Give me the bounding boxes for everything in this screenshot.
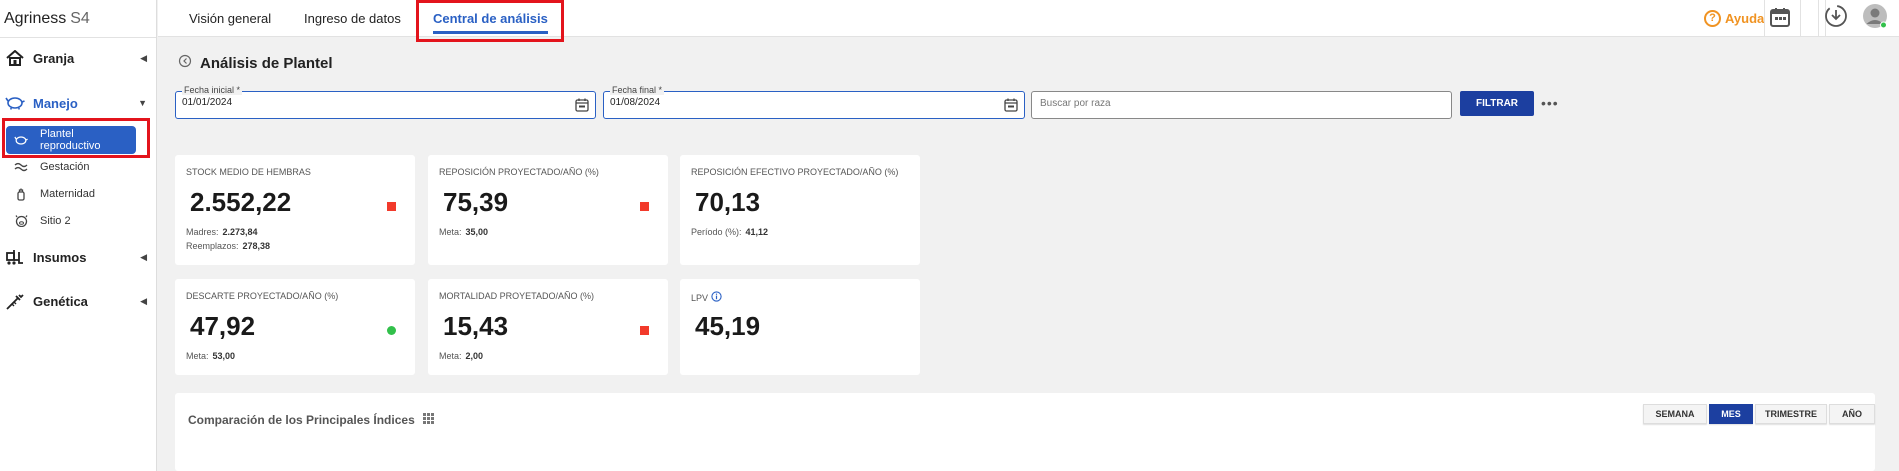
- top-navigation: Visión general Ingreso de datos Central …: [158, 0, 1899, 42]
- sidebar-item-label: Plantel reproductivo: [40, 128, 101, 152]
- download-icon[interactable]: [1824, 4, 1848, 28]
- kpi-value: 47,92: [190, 311, 256, 341]
- kpi-sub-line: Madres: 2.273,84: [186, 227, 258, 237]
- page-header: Análisis de Plantel: [178, 54, 333, 73]
- period-ano-button[interactable]: AÑO: [1829, 404, 1875, 424]
- syringe-icon: [5, 291, 25, 311]
- kpi-title: STOCK MEDIO DE HEMBRAS: [186, 167, 311, 177]
- sidebar-section-label: Insumos: [33, 249, 87, 265]
- sidebar-section-label: Manejo: [33, 95, 78, 111]
- period-trimestre-button[interactable]: TRIMESTRE: [1755, 404, 1827, 424]
- kpi-value: 70,13: [695, 187, 761, 217]
- chevron-left-icon: ◀: [140, 251, 147, 262]
- kpi-card-descarte: DESCARTE PROYECTADO/AÑO (%) 47,92 Meta: 5…: [175, 279, 415, 375]
- kpi-value: 2.552,22: [190, 187, 292, 217]
- status-indicator-green: [387, 326, 396, 335]
- kpi-sub-line: Meta: 2,00: [439, 351, 484, 361]
- kpi-title-row: LPV: [691, 291, 722, 304]
- sidebar-section-label: Granja: [33, 50, 75, 66]
- breed-search-input[interactable]: [1040, 98, 1439, 109]
- sidebar-item-label: Sitio 2: [40, 215, 71, 227]
- divider: [1818, 0, 1819, 36]
- sidebar-item-sitio-2[interactable]: Sitio 2: [0, 210, 157, 232]
- sidebar-section-granja[interactable]: Granja ◀: [0, 46, 157, 70]
- divider: [1764, 0, 1765, 36]
- help-label: Ayuda: [1725, 10, 1765, 26]
- kpi-card-mortalidad: MORTALIDAD PROYETADO/AÑO (%) 15,43 Meta:…: [428, 279, 668, 375]
- pig-icon: [5, 93, 25, 113]
- brand-name: Agriness: [4, 9, 67, 27]
- kpi-sub-line: Reemplazos: 278,38: [186, 241, 271, 251]
- filter-button[interactable]: FILTRAR: [1460, 91, 1534, 116]
- back-icon[interactable]: [178, 54, 192, 73]
- page-title: Análisis de Plantel: [200, 55, 333, 72]
- sidebar-item-label: Gestación: [40, 161, 90, 173]
- kpi-sub-line: Período (%): 41,12: [691, 227, 769, 237]
- sidebar-item-plantel-reproductivo[interactable]: Plantel reproductivo: [6, 126, 136, 154]
- more-options-icon[interactable]: •••: [1541, 95, 1559, 111]
- sidebar-item-gestacion[interactable]: Gestación: [0, 156, 157, 178]
- kpi-card-stock-medio: STOCK MEDIO DE HEMBRAS 2.552,22 Madres: 2…: [175, 155, 415, 265]
- kpi-title: DESCARTE PROYECTADO/AÑO (%): [186, 291, 339, 301]
- start-date-label: Fecha inicial *: [182, 85, 243, 95]
- farm-house-icon: [5, 48, 25, 68]
- comparison-title: Comparación de los Principales Índices: [188, 413, 415, 427]
- kpi-title: MORTALIDAD PROYETADO/AÑO (%): [439, 291, 595, 301]
- comparison-title-row: Comparación de los Principales Índices: [188, 413, 434, 427]
- kpi-value: 75,39: [443, 187, 509, 217]
- period-mes-button[interactable]: MES: [1709, 404, 1753, 424]
- sidebar-item-label: Maternidad: [40, 188, 96, 200]
- calendar-icon[interactable]: [1004, 98, 1018, 117]
- status-indicator-red: [640, 202, 649, 211]
- brand-logo[interactable]: Agriness S4: [0, 0, 156, 38]
- end-date-input[interactable]: [610, 97, 946, 108]
- sidebar-item-maternidad[interactable]: Maternidad: [0, 183, 157, 205]
- help-button[interactable]: ? Ayuda: [1704, 0, 1764, 36]
- chevron-left-icon: ◀: [140, 295, 147, 306]
- grid-icon[interactable]: [422, 413, 434, 427]
- kpi-title: REPOSICIÓN PROYECTADO/AÑO (%): [439, 167, 599, 177]
- sidebar-section-manejo[interactable]: Manejo ▼: [0, 91, 157, 115]
- piglet-face-icon: [14, 214, 28, 228]
- calendar-icon[interactable]: [575, 98, 589, 117]
- gestation-icon: [14, 160, 28, 174]
- sidebar-section-genetica[interactable]: Genética ◀: [0, 289, 157, 313]
- sidebar: Agriness S4 Granja ◀ Manejo ▼ Plantel re…: [0, 0, 157, 471]
- end-date-label: Fecha final *: [610, 85, 665, 95]
- status-indicator-red: [387, 202, 396, 211]
- bottle-icon: [14, 187, 28, 201]
- chevron-down-icon: ▼: [138, 98, 147, 108]
- kpi-sub-line: Meta: 35,00: [439, 227, 489, 237]
- kpi-title: LPV: [691, 292, 709, 303]
- start-date-input[interactable]: [182, 97, 518, 108]
- comparison-panel: Comparación de los Principales Índices S…: [175, 393, 1875, 471]
- tab-central-de-analisis[interactable]: Central de análisis: [433, 0, 548, 36]
- brand-suffix: S4: [70, 9, 90, 27]
- kpi-value: 15,43: [443, 311, 509, 341]
- kpi-card-lpv: LPV 45,19: [680, 279, 920, 375]
- kpi-title: REPOSICIÓN EFECTIVO PROYECTADO/AÑO (%): [691, 167, 899, 177]
- divider: [1800, 0, 1801, 36]
- period-toggle-group: SEMANA MES TRIMESTRE AÑO: [1643, 404, 1877, 424]
- kpi-value: 45,19: [695, 311, 761, 341]
- info-icon[interactable]: [711, 291, 722, 304]
- kpi-card-reposicion-proyectado: REPOSICIÓN PROYECTADO/AÑO (%) 75,39 Meta…: [428, 155, 668, 265]
- forklift-icon: [5, 247, 25, 267]
- tab-ingreso-de-datos[interactable]: Ingreso de datos: [304, 0, 401, 36]
- chevron-left-icon: ◀: [140, 52, 147, 63]
- start-date-field[interactable]: Fecha inicial *: [175, 85, 596, 119]
- kpi-sub-line: Meta: 53,00: [186, 351, 236, 361]
- status-indicator-red: [640, 326, 649, 335]
- pig-icon: [14, 133, 28, 147]
- tab-vision-general[interactable]: Visión general: [189, 0, 271, 36]
- sidebar-section-insumos[interactable]: Insumos ◀: [0, 245, 157, 269]
- question-icon: ?: [1704, 9, 1721, 27]
- end-date-field[interactable]: Fecha final *: [603, 85, 1025, 119]
- user-avatar-icon[interactable]: [1862, 3, 1888, 29]
- period-semana-button[interactable]: SEMANA: [1643, 404, 1707, 424]
- breed-search-field[interactable]: [1031, 91, 1452, 119]
- sidebar-section-label: Genética: [33, 293, 88, 309]
- kpi-card-reposicion-efectivo: REPOSICIÓN EFECTIVO PROYECTADO/AÑO (%) 7…: [680, 155, 920, 265]
- calendar-icon[interactable]: [1769, 6, 1793, 30]
